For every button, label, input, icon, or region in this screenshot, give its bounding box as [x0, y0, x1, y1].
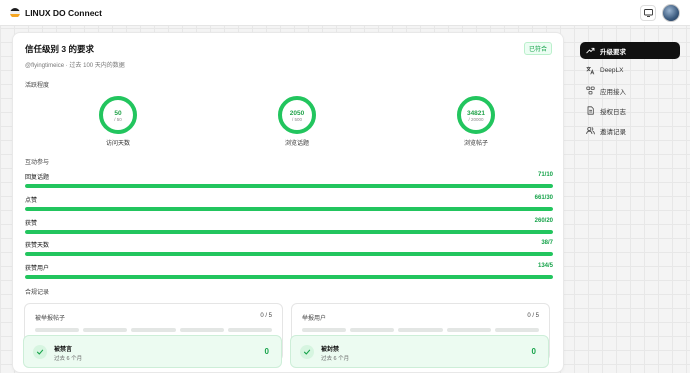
app-logo[interactable] — [10, 7, 20, 18]
app-title[interactable]: LINUX DO Connect — [25, 8, 102, 18]
progress-track — [25, 275, 553, 279]
sidebar-item-label: 应用接入 — [600, 88, 626, 96]
progress-row-liked-days: 获赞天数 38/7 — [25, 240, 553, 256]
monitor-icon — [643, 8, 653, 17]
sidebar-item-auth-logs[interactable]: 授权日志 — [580, 102, 680, 119]
progress-label: 获赞用户 — [25, 266, 50, 272]
ring-label: 浏览帖子 — [463, 141, 488, 147]
sidebar-item-label: 升级要求 — [600, 48, 626, 56]
ring-target: / 50 — [114, 117, 122, 122]
requirements-card: 信任级别 3 的要求 已符合 @flyingtimeice · 过去 100 天… — [12, 32, 564, 373]
ring-value: 2050 — [290, 110, 305, 117]
progress-track — [25, 207, 553, 211]
ring-value: 34821 — [467, 110, 485, 117]
progress-label: 点赞 — [25, 198, 38, 204]
progress-fill — [25, 252, 553, 256]
interaction-section-label: 互动参与 — [25, 160, 50, 166]
progress-value: 134/5 — [537, 263, 553, 269]
compliance-section-label: 合规记录 — [25, 290, 50, 296]
top-bar: LINUX DO Connect — [0, 0, 690, 26]
progress-row-likes-received: 获赞 260/20 — [25, 218, 553, 234]
user-avatar[interactable] — [662, 3, 680, 22]
report-segments — [302, 328, 540, 332]
progress-value: 71/10 — [537, 172, 553, 178]
translate-icon — [586, 66, 595, 75]
progress-fill — [25, 207, 553, 211]
status-title: 被封禁 — [321, 347, 340, 353]
check-icon — [33, 345, 47, 359]
status-value: 0 — [264, 347, 269, 356]
ring-value: 50 — [114, 110, 122, 117]
report-label: 被举报帖子 — [35, 316, 66, 322]
progress-value: 661/30 — [534, 195, 553, 201]
status-value: 0 — [531, 347, 536, 356]
report-segments — [35, 328, 273, 332]
sidebar-item-upgrade-requirements[interactable]: 升级要求 — [580, 42, 680, 59]
ring-label: 浏览话题 — [284, 141, 309, 147]
ring-visit-days: 50 / 50 访问天数 — [88, 95, 148, 147]
data-range-subtitle: @flyingtimeice · 过去 100 天内的数据 — [25, 63, 125, 69]
progress-ring: 50 / 50 — [99, 96, 137, 134]
progress-track — [25, 252, 553, 256]
progress-row-likes-given: 点赞 661/30 — [25, 195, 553, 211]
ring-posts-viewed: 34821 / 20000 浏览帖子 — [446, 95, 506, 147]
progress-track — [25, 230, 553, 234]
progress-track — [25, 184, 553, 188]
progress-ring: 2050 / 500 — [278, 96, 316, 134]
silenced-status-box: 被禁言 过去 6 个月 0 — [23, 335, 282, 368]
sidebar-item-label: 授权日志 — [600, 108, 626, 116]
trending-up-icon — [586, 46, 595, 55]
report-label: 举报用户 — [302, 316, 327, 322]
document-icon — [586, 106, 595, 115]
progress-value: 38/7 — [541, 240, 553, 246]
sidebar-item-invite-records[interactable]: 邀请记录 — [580, 122, 680, 139]
sidebar-item-label: 邀请记录 — [600, 128, 626, 136]
sidebar-item-label: DeepLX — [600, 67, 624, 74]
progress-fill — [25, 184, 553, 188]
apps-icon — [586, 86, 595, 95]
ring-target: / 20000 — [468, 117, 484, 122]
check-icon — [300, 345, 314, 359]
status-subtitle: 过去 6 个月 — [321, 356, 350, 362]
status-subtitle: 过去 6 个月 — [54, 356, 83, 362]
activity-section-label: 活跃程度 — [25, 83, 50, 89]
sidebar-item-app-integration[interactable]: 应用接入 — [580, 82, 680, 99]
suspended-status-box: 被封禁 过去 6 个月 0 — [290, 335, 549, 368]
report-value: 0 / 5 — [260, 313, 272, 319]
sidebar-item-deeplx[interactable]: DeepLX — [580, 62, 680, 79]
sidebar-nav: 升级要求 DeepLX 应用接入 授权日志 邀请记录 — [580, 42, 680, 142]
progress-row-liked-users: 获赞用户 134/5 — [25, 263, 553, 279]
ring-topics-viewed: 2050 / 500 浏览话题 — [267, 95, 327, 147]
progress-row-replies: 回复话题 71/10 — [25, 172, 553, 188]
theme-toggle-button[interactable] — [640, 4, 656, 21]
progress-value: 260/20 — [534, 218, 553, 224]
progress-fill — [25, 275, 553, 279]
progress-label: 获赞 — [25, 221, 38, 227]
report-value: 0 / 5 — [527, 313, 539, 319]
progress-label: 获赞天数 — [25, 243, 50, 249]
progress-label: 回复话题 — [25, 175, 50, 181]
status-title: 被禁言 — [54, 347, 73, 353]
ring-target: / 500 — [292, 117, 303, 122]
page-title: 信任级别 3 的要求 — [25, 44, 94, 54]
users-icon — [586, 126, 595, 135]
progress-fill — [25, 230, 553, 234]
progress-ring: 34821 / 20000 — [457, 96, 495, 134]
status-badge: 已符合 — [523, 42, 552, 55]
ring-label: 访问天数 — [105, 141, 130, 147]
